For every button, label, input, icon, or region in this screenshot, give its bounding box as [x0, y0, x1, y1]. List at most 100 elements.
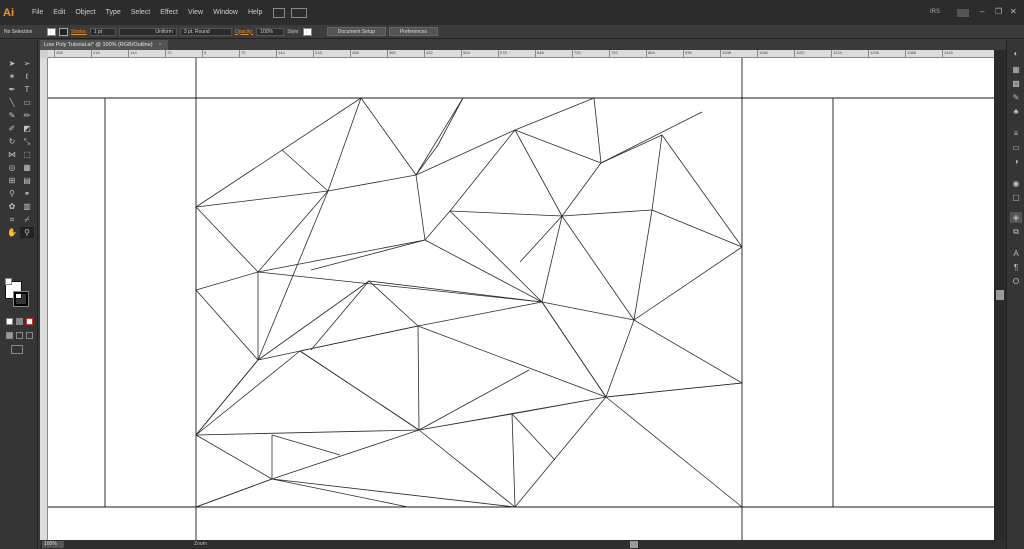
ruler-tick-label: 288 [352, 50, 359, 55]
stroke-label[interactable]: Stroke: [71, 29, 87, 35]
character-icon[interactable]: A [1010, 248, 1022, 259]
selection-arrow-icon[interactable]: ➤ [5, 58, 19, 69]
rectangle-icon[interactable]: ▭ [20, 97, 34, 108]
draw-behind-icon[interactable] [16, 332, 23, 339]
paintbrush-icon[interactable]: ✎ [5, 110, 19, 121]
zoom-level-field[interactable]: 100% [42, 541, 64, 548]
vertical-scrollbar[interactable] [994, 50, 1006, 540]
document-tab-bar: Low Poly Tutorial.ai* @ 100% (RGB/Outlin… [40, 40, 995, 50]
minimize-button[interactable]: – [980, 7, 984, 16]
appearance-icon[interactable]: ◉ [1010, 178, 1022, 189]
default-colors-icon[interactable] [5, 278, 12, 285]
fill-swatch[interactable] [47, 27, 56, 36]
variable-width-profile[interactable]: Uniform [118, 27, 177, 36]
draw-inside-icon[interactable] [26, 332, 33, 339]
tab-close-icon[interactable]: × [159, 42, 162, 48]
slice-icon[interactable]: ⌿ [20, 214, 34, 225]
shape-builder-icon[interactable]: ◎ [5, 162, 19, 173]
ruler-tick-label: 1008 [722, 50, 731, 55]
vertical-ruler[interactable] [40, 50, 48, 540]
free-transform-icon[interactable]: ⬚ [20, 149, 34, 160]
gradient-panel-icon[interactable]: ▭ [1010, 142, 1022, 153]
gradient-mode-icon[interactable] [16, 318, 23, 325]
artboards-icon[interactable]: ⧉ [1010, 226, 1022, 237]
stroke-color-box[interactable] [13, 291, 29, 307]
perspective-grid-icon[interactable]: ▦ [20, 162, 34, 173]
color-mode-icon[interactable] [6, 318, 13, 325]
menu-object[interactable]: Object [70, 9, 100, 16]
opentype-icon[interactable]: O [1010, 276, 1022, 287]
brushes-icon[interactable]: ✎ [1010, 92, 1022, 103]
brush-definition[interactable]: 3 pt. Round [179, 27, 232, 36]
ruler-tick: 504 [461, 50, 470, 57]
menu-window[interactable]: Window [208, 9, 243, 16]
panel-dock: ◐ ▦ ▩ ✎ ♣ ≡ ▭ ◑ ◉ ▢ ◈ ⧉ A ¶ O [1006, 40, 1024, 549]
ruler-tick: 432 [424, 50, 433, 57]
ruler-tick: 288 [350, 50, 359, 57]
width-icon[interactable]: ⋈ [5, 149, 19, 160]
document-tab[interactable]: Low Poly Tutorial.ai* @ 100% (RGB/Outlin… [40, 40, 168, 50]
menu-view[interactable]: View [183, 9, 208, 16]
pen-icon[interactable]: ✒ [5, 84, 19, 95]
horizontal-scroll-thumb[interactable] [630, 541, 638, 548]
current-tool-status[interactable]: Zoom [194, 541, 207, 547]
document-setup-button[interactable]: Document Setup [326, 27, 386, 36]
hand-icon[interactable]: ✋ [5, 227, 19, 238]
direct-selection-icon[interactable]: ➢ [20, 58, 34, 69]
artboard-canvas[interactable] [48, 58, 994, 540]
search-help-input[interactable] [957, 9, 969, 17]
eyedropper-icon[interactable]: ⚲ [5, 188, 19, 199]
menu-file[interactable]: File [27, 9, 48, 16]
magic-wand-icon[interactable]: ✶ [5, 71, 19, 82]
screen-mode-icon[interactable] [11, 345, 23, 354]
opacity-label[interactable]: Opacity: [235, 29, 253, 35]
transparency-icon[interactable]: ◑ [1010, 156, 1022, 167]
stroke-swatch[interactable] [59, 27, 68, 36]
menu-help[interactable]: Help [243, 9, 267, 16]
scale-icon[interactable]: ⤡ [20, 136, 34, 147]
close-button[interactable]: ✕ [1010, 7, 1017, 16]
zoom-icon[interactable]: ⚲ [20, 227, 34, 238]
paragraph-icon[interactable]: ¶ [1010, 262, 1022, 273]
ruler-tick: 288 [54, 50, 63, 57]
ruler-origin[interactable] [40, 50, 48, 58]
menu-select[interactable]: Select [126, 9, 155, 16]
lasso-icon[interactable]: ℓ [20, 71, 34, 82]
preferences-button[interactable]: Preferences [388, 27, 438, 36]
menu-type[interactable]: Type [101, 9, 126, 16]
graphic-style-swatch[interactable] [302, 27, 312, 36]
ruler-tick-label: 144 [278, 50, 285, 55]
vertical-scroll-thumb[interactable] [996, 290, 1004, 300]
column-graph-icon[interactable]: ▥ [20, 201, 34, 212]
gradient-icon[interactable]: ▤ [20, 175, 34, 186]
arrange-documents-button[interactable] [291, 7, 308, 18]
blob-brush-icon[interactable]: ✐ [5, 123, 19, 134]
menu-effect[interactable]: Effect [155, 9, 183, 16]
horizontal-ruler[interactable]: 288 216 144 72 0 72 144 216 288 360 432 504 576 648 72… [48, 50, 994, 58]
graphic-styles-icon[interactable]: ▢ [1010, 192, 1022, 203]
opacity-field[interactable]: 100% [256, 27, 285, 36]
color-panel-icon[interactable]: ◐ [1010, 48, 1022, 59]
eraser-icon[interactable]: ◩ [20, 123, 34, 134]
type-icon[interactable]: T [20, 84, 34, 95]
maximize-button[interactable]: ❐ [995, 7, 1002, 16]
none-mode-icon[interactable] [26, 318, 33, 325]
rotate-icon[interactable]: ↻ [5, 136, 19, 147]
symbols-icon[interactable]: ♣ [1010, 106, 1022, 117]
draw-normal-icon[interactable] [6, 332, 13, 339]
ruler-tick: 864 [646, 50, 655, 57]
layers-icon[interactable]: ◈ [1010, 212, 1022, 223]
symbol-sprayer-icon[interactable]: ✿ [5, 201, 19, 212]
swatches-icon[interactable]: ▩ [1010, 78, 1022, 89]
bridge-button[interactable] [273, 7, 286, 18]
workspace-switcher[interactable]: IRS [930, 9, 940, 15]
line-segment-icon[interactable]: ╲ [5, 97, 19, 108]
blend-icon[interactable]: ⚭ [20, 188, 34, 199]
color-guide-icon[interactable]: ▦ [1010, 64, 1022, 75]
stroke-weight-field[interactable]: 1 pt [89, 27, 116, 36]
menu-edit[interactable]: Edit [48, 9, 70, 16]
pencil-icon[interactable]: ✏ [20, 110, 34, 121]
stroke-panel-icon[interactable]: ≡ [1010, 128, 1022, 139]
mesh-icon[interactable]: ⊞ [5, 175, 19, 186]
artboard-icon[interactable]: ⌗ [5, 214, 19, 225]
